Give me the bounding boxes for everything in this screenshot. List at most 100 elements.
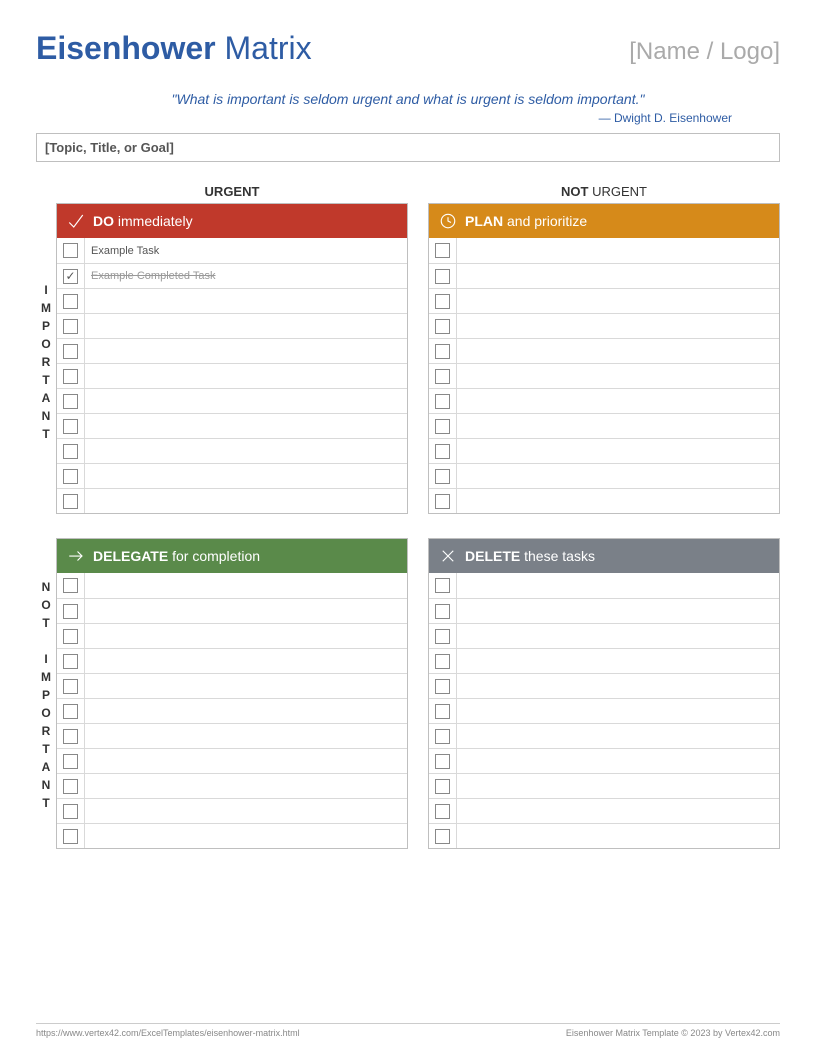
task-checkbox[interactable]: [435, 394, 450, 409]
task-text[interactable]: [84, 774, 407, 798]
task-checkbox[interactable]: [63, 704, 78, 719]
task-text[interactable]: [84, 699, 407, 723]
task-text[interactable]: [84, 824, 407, 848]
task-checkbox[interactable]: [435, 444, 450, 459]
task-checkbox[interactable]: [63, 344, 78, 359]
task-text[interactable]: [84, 649, 407, 673]
task-checkbox[interactable]: [435, 243, 450, 258]
task-text[interactable]: [456, 464, 779, 488]
task-text[interactable]: [456, 674, 779, 698]
task-checkbox[interactable]: [435, 494, 450, 509]
task-text[interactable]: [456, 649, 779, 673]
task-text[interactable]: [456, 389, 779, 413]
task-checkbox[interactable]: [63, 294, 78, 309]
task-checkbox[interactable]: [435, 419, 450, 434]
task-row: [57, 823, 407, 848]
task-checkbox[interactable]: [63, 369, 78, 384]
task-text[interactable]: [84, 314, 407, 338]
task-text[interactable]: [84, 724, 407, 748]
task-checkbox[interactable]: [435, 679, 450, 694]
task-text[interactable]: [456, 238, 779, 263]
task-text[interactable]: [84, 389, 407, 413]
task-text[interactable]: [84, 799, 407, 823]
task-checkbox[interactable]: [63, 394, 78, 409]
task-checkbox[interactable]: [63, 604, 78, 619]
task-checkbox[interactable]: [63, 444, 78, 459]
task-text[interactable]: [84, 489, 407, 513]
task-text[interactable]: [456, 314, 779, 338]
task-checkbox[interactable]: [63, 469, 78, 484]
task-checkbox[interactable]: [63, 494, 78, 509]
task-checkbox[interactable]: [435, 319, 450, 334]
task-text[interactable]: [84, 414, 407, 438]
task-checkbox[interactable]: [435, 294, 450, 309]
task-text[interactable]: Example Task: [84, 238, 407, 263]
task-checkbox[interactable]: [435, 469, 450, 484]
task-text[interactable]: [456, 749, 779, 773]
task-text[interactable]: [456, 799, 779, 823]
task-row: [429, 288, 779, 313]
task-text[interactable]: [456, 724, 779, 748]
task-text[interactable]: [84, 339, 407, 363]
task-checkbox[interactable]: [435, 369, 450, 384]
task-text[interactable]: [456, 289, 779, 313]
task-text[interactable]: [456, 414, 779, 438]
task-text[interactable]: Example Completed Task: [84, 264, 407, 288]
quadrant-delegate-header: DELEGATE for completion: [57, 539, 407, 573]
task-checkbox[interactable]: [63, 754, 78, 769]
task-text[interactable]: [84, 749, 407, 773]
task-text[interactable]: [456, 774, 779, 798]
task-row: [57, 413, 407, 438]
task-checkbox[interactable]: [63, 804, 78, 819]
task-text[interactable]: [456, 599, 779, 623]
task-checkbox[interactable]: [435, 604, 450, 619]
task-checkbox[interactable]: [435, 779, 450, 794]
task-checkbox[interactable]: [63, 779, 78, 794]
task-checkbox[interactable]: [63, 269, 78, 284]
task-row: [57, 338, 407, 363]
task-row: [429, 238, 779, 263]
task-checkbox[interactable]: [63, 654, 78, 669]
task-row: [429, 748, 779, 773]
task-text[interactable]: [84, 289, 407, 313]
task-text[interactable]: [84, 573, 407, 598]
quote-author: — Dwight D. Eisenhower: [76, 111, 740, 125]
task-text[interactable]: [84, 464, 407, 488]
task-text[interactable]: [84, 624, 407, 648]
task-checkbox[interactable]: [435, 344, 450, 359]
task-text[interactable]: [84, 364, 407, 388]
task-checkbox[interactable]: [435, 654, 450, 669]
task-checkbox[interactable]: [435, 729, 450, 744]
task-text[interactable]: [456, 439, 779, 463]
task-text[interactable]: [456, 624, 779, 648]
task-text[interactable]: [84, 599, 407, 623]
task-text[interactable]: [456, 699, 779, 723]
task-text[interactable]: [456, 489, 779, 513]
task-checkbox[interactable]: [435, 578, 450, 593]
task-text[interactable]: [84, 439, 407, 463]
task-checkbox[interactable]: [63, 419, 78, 434]
task-text[interactable]: [84, 674, 407, 698]
task-checkbox[interactable]: [435, 629, 450, 644]
task-checkbox[interactable]: [63, 679, 78, 694]
task-checkbox[interactable]: [63, 629, 78, 644]
task-text[interactable]: [456, 573, 779, 598]
task-text[interactable]: [456, 264, 779, 288]
task-checkbox[interactable]: [435, 704, 450, 719]
task-text[interactable]: [456, 824, 779, 848]
task-checkbox[interactable]: [63, 243, 78, 258]
task-row: [429, 313, 779, 338]
task-text[interactable]: [456, 339, 779, 363]
matrix-grid: IMPORTANT NOT IMPORTANT URGENT NOT URGEN…: [36, 184, 780, 849]
task-checkbox[interactable]: [63, 319, 78, 334]
task-checkbox[interactable]: [63, 829, 78, 844]
task-checkbox[interactable]: [63, 729, 78, 744]
task-checkbox[interactable]: [435, 754, 450, 769]
task-text[interactable]: [456, 364, 779, 388]
task-checkbox[interactable]: [435, 829, 450, 844]
task-checkbox[interactable]: [435, 804, 450, 819]
task-checkbox[interactable]: [435, 269, 450, 284]
task-row: [57, 798, 407, 823]
task-checkbox[interactable]: [63, 578, 78, 593]
topic-input[interactable]: [Topic, Title, or Goal]: [36, 133, 780, 162]
